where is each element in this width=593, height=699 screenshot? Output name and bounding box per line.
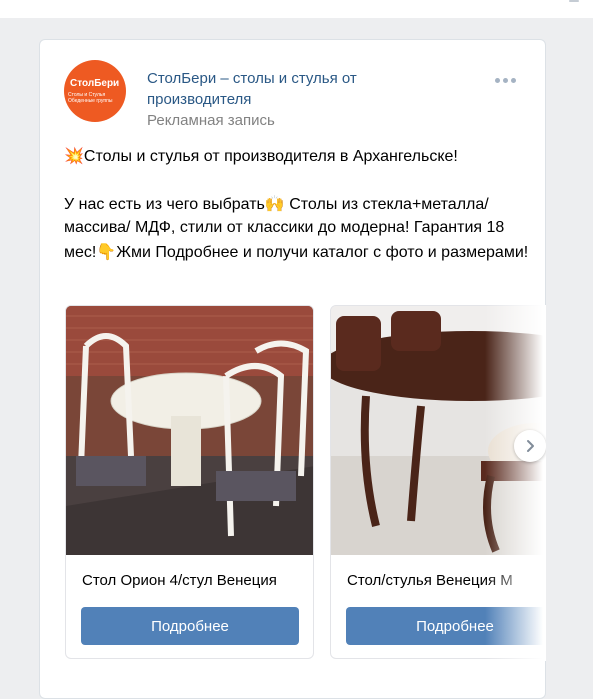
top-bar: [0, 0, 593, 18]
more-horizontal-icon[interactable]: [495, 78, 516, 83]
boom-emoji-icon: 💥: [64, 146, 84, 165]
post-text-line: Столы и стулья от производителя в Арханг…: [83, 148, 458, 165]
avatar-logo-text: СтолБери: [70, 78, 120, 89]
avatar-logo-line: Обеденные группы: [68, 98, 113, 104]
carousel-next-button[interactable]: [514, 430, 546, 462]
post-text-line: Жми Подробнее и получи каталог с фото и …: [116, 243, 529, 261]
author-link[interactable]: СтолБери – столы и стулья от производите…: [147, 68, 447, 110]
details-button[interactable]: Подробнее: [81, 607, 299, 645]
scroll-indicator: [569, 0, 579, 2]
product-carousel: Стол Орион 4/стул Венеция Подробнее Стол…: [65, 305, 546, 661]
raised-hands-emoji-icon: 🙌: [264, 193, 285, 213]
carousel-fade: [485, 305, 546, 661]
ad-label: Рекламная запись: [147, 112, 275, 129]
avatar[interactable]: СтолБери Столы и Стулья Обеденные группы: [64, 60, 126, 122]
point-down-emoji-icon: 👇: [96, 241, 117, 261]
post-text-line: У нас есть из чего выбрать: [64, 195, 265, 213]
product-photo: [66, 306, 313, 555]
product-card[interactable]: Стол Орион 4/стул Венеция Подробнее: [65, 305, 314, 659]
post-text: 💥Столы и стулья от производителя в Архан…: [64, 144, 534, 264]
product-title: Стол Орион 4/стул Венеция: [82, 572, 277, 589]
ad-post: СтолБери Столы и Стулья Обеденные группы…: [39, 39, 546, 699]
chevron-right-icon: [527, 440, 534, 452]
